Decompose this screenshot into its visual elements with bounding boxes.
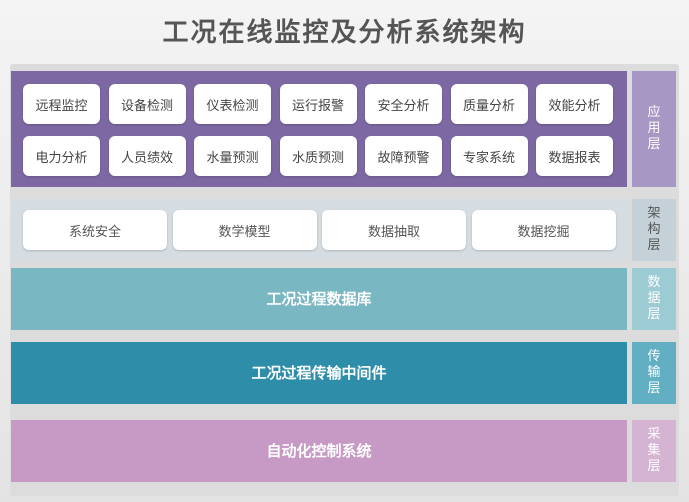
side-char: 传 (647, 349, 661, 364)
application-module-chip: 电力分析 (23, 136, 100, 176)
side-char: 用 (647, 121, 661, 136)
architecture-module-chip: 数学模型 (172, 210, 317, 250)
architecture-layer-label: 架 构 层 (632, 199, 676, 261)
transport-layer-title: 工况过程传输中间件 (251, 364, 387, 382)
collection-layer: 自动化控制系统 (11, 420, 627, 482)
side-char: 架 (647, 206, 661, 221)
application-module-chip: 专家系统 (450, 136, 528, 176)
architecture-module-chip: 数据挖掘 (471, 210, 616, 250)
application-module-chip: 人员绩效 (108, 136, 186, 176)
side-char: 输 (647, 365, 661, 380)
application-layer: 远程监控 设备检测 仪表检测 运行报警 安全分析 质量分析 效能分析电力分析 人员绩效 水量预测… (11, 71, 627, 187)
application-module-chip: 数据报表 (536, 136, 613, 176)
side-char: 采 (647, 427, 661, 442)
application-module-chip: 运行报警 (279, 84, 357, 124)
side-char: 数 (647, 275, 661, 290)
application-module-chip: 远程监控 (23, 84, 100, 124)
side-char: 层 (647, 459, 661, 474)
data-layer-title: 工况过程数据库 (266, 290, 372, 308)
side-char: 层 (647, 238, 661, 253)
application-module-chip: 效能分析 (536, 84, 613, 124)
architecture-layer: 系统安全 数学模型 数据抽取 数据挖掘 (11, 199, 627, 261)
application-module-chip: 质量分析 (450, 84, 528, 124)
side-char: 应 (647, 105, 661, 120)
architecture-module-chip: 数据抽取 (322, 210, 466, 250)
side-char: 层 (647, 307, 661, 322)
collection-layer-label: 采 集 层 (632, 420, 676, 482)
data-layer-label: 数 据 层 (632, 268, 676, 330)
application-module-chip: 水量预测 (194, 136, 271, 176)
side-char: 据 (647, 291, 661, 306)
application-module-chip: 水质预测 (279, 136, 357, 176)
application-module-chip: 仪表检测 (194, 84, 271, 124)
page-title: 工况在线监控及分析系统架构 (162, 18, 527, 48)
application-module-chip: 安全分析 (365, 84, 442, 124)
side-char: 层 (647, 381, 661, 396)
application-module-chip: 故障预警 (365, 136, 442, 176)
side-char: 集 (647, 443, 661, 458)
architecture-module-chip: 系统安全 (23, 210, 167, 250)
transport-layer: 工况过程传输中间件 (11, 342, 627, 404)
side-char: 构 (647, 222, 661, 237)
application-layer-label: 应 用 层 (632, 71, 676, 187)
side-char: 层 (647, 137, 661, 152)
transport-layer-label: 传 输 层 (632, 342, 676, 404)
collection-layer-title: 自动化控制系统 (266, 442, 372, 460)
data-layer: 工况过程数据库 (11, 268, 627, 330)
application-module-chip: 设备检测 (108, 84, 186, 124)
